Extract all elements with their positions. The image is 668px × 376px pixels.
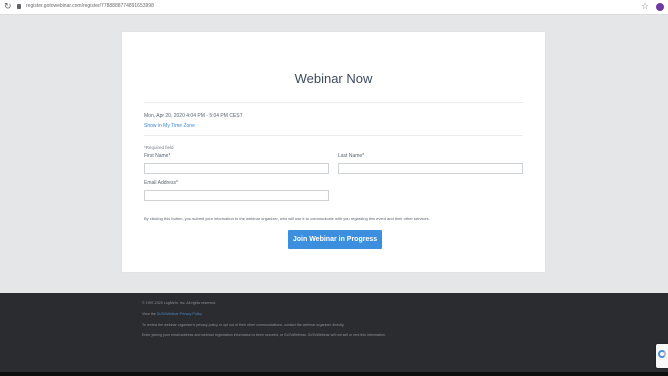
divider bbox=[144, 135, 523, 136]
star-icon[interactable]: ☆ bbox=[641, 1, 649, 12]
timezone-link[interactable]: Show in My Time Zone bbox=[144, 123, 195, 129]
webinar-datetime: Mon, Apr 20, 2020 4:04 PM - 5:04 PM CEST bbox=[144, 113, 243, 119]
address-bar[interactable]: register.gotowebinar.com/register/778888… bbox=[26, 3, 154, 9]
footer-privacy-prefix: View the bbox=[142, 312, 156, 316]
consent-text: By clicking this button, you submit your… bbox=[144, 216, 430, 221]
profile-avatar[interactable] bbox=[656, 3, 664, 11]
privacy-policy-link[interactable]: GoToWebinar Privacy Policy bbox=[157, 312, 202, 316]
first-name-label: First Name* bbox=[144, 153, 171, 159]
recaptcha-badge[interactable] bbox=[656, 344, 668, 368]
lock-icon[interactable] bbox=[17, 4, 21, 9]
footer-organizer-text: To review the webinar organizer's privac… bbox=[142, 323, 345, 327]
divider bbox=[144, 102, 523, 103]
join-webinar-button[interactable]: Join Webinar in Progress bbox=[288, 230, 382, 249]
last-name-field[interactable] bbox=[338, 163, 523, 174]
registration-card: Webinar Now Mon, Apr 20, 2020 4:04 PM - … bbox=[122, 32, 545, 272]
bottom-bar bbox=[0, 372, 668, 376]
email-label: Email Address* bbox=[144, 180, 178, 186]
footer: © 1997-2020 LogMeIn, Inc. All rights res… bbox=[0, 293, 668, 376]
reload-icon[interactable]: ↻ bbox=[4, 1, 12, 12]
footer-privacy-line: View the GoToWebinar Privacy Policy bbox=[142, 312, 202, 316]
recaptcha-icon bbox=[658, 350, 666, 358]
first-name-field[interactable] bbox=[144, 163, 329, 174]
required-note: *Required field bbox=[144, 145, 174, 150]
footer-copyright: © 1997-2020 LogMeIn, Inc. All rights res… bbox=[142, 301, 217, 305]
page-title: Webinar Now bbox=[294, 71, 373, 86]
last-name-label: Last Name* bbox=[338, 153, 365, 159]
email-field[interactable] bbox=[144, 190, 329, 201]
browser-toolbar: ↻ register.gotowebinar.com/register/7788… bbox=[0, 0, 668, 15]
footer-email-notice: Enter joining your email address and web… bbox=[142, 333, 386, 337]
